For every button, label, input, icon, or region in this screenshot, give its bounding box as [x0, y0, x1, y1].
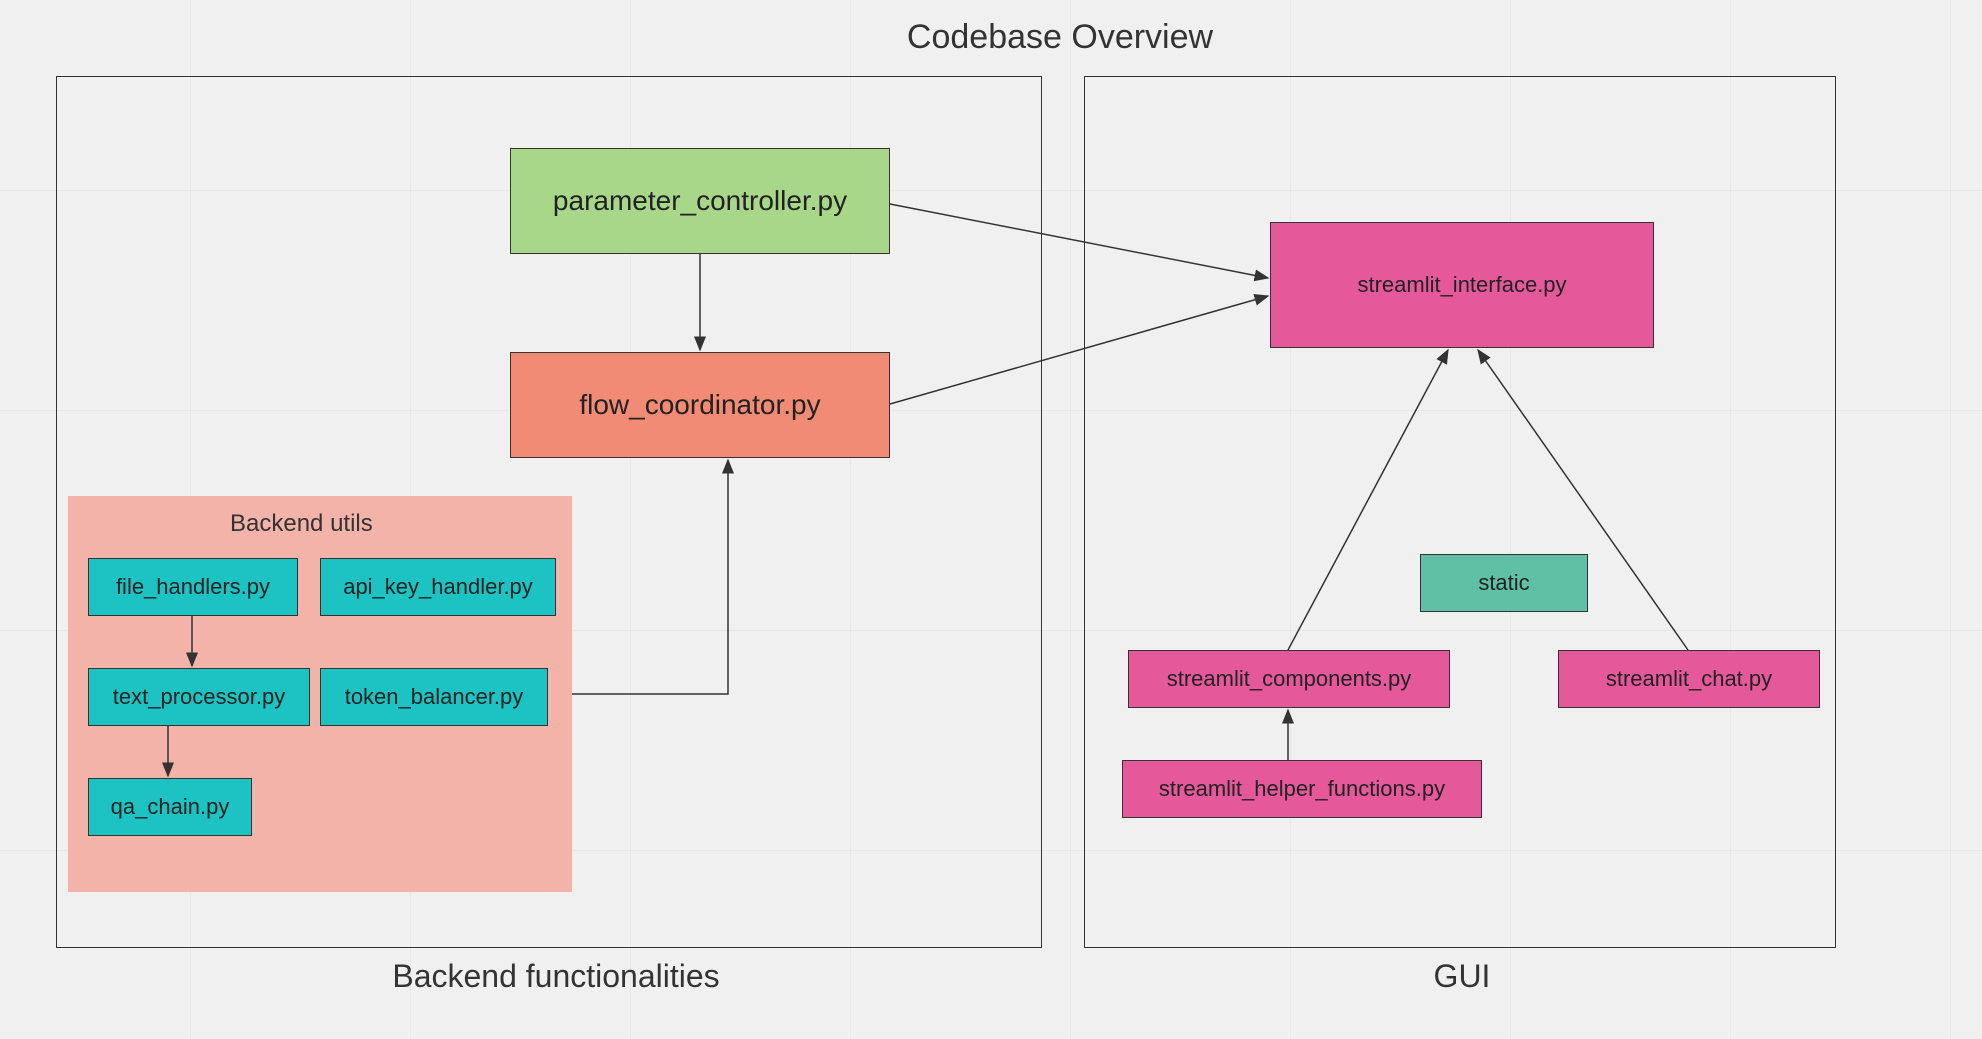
group-gui-label: GUI: [1412, 958, 1512, 995]
node-streamlit-chat[interactable]: streamlit_chat.py: [1558, 650, 1820, 708]
diagram-canvas: Codebase Overview Backend functionalitie…: [0, 0, 1982, 1039]
node-parameter-controller[interactable]: parameter_controller.py: [510, 148, 890, 254]
node-qa-chain[interactable]: qa_chain.py: [88, 778, 252, 836]
node-file-handlers[interactable]: file_handlers.py: [88, 558, 298, 616]
node-streamlit-components[interactable]: streamlit_components.py: [1128, 650, 1450, 708]
node-text-processor[interactable]: text_processor.py: [88, 668, 310, 726]
node-streamlit-helper-functions[interactable]: streamlit_helper_functions.py: [1122, 760, 1482, 818]
node-streamlit-interface[interactable]: streamlit_interface.py: [1270, 222, 1654, 348]
diagram-title: Codebase Overview: [850, 18, 1270, 57]
node-token-balancer[interactable]: token_balancer.py: [320, 668, 548, 726]
node-static[interactable]: static: [1420, 554, 1588, 612]
subgroup-utils-label: Backend utils: [230, 510, 373, 538]
group-backend-label: Backend functionalities: [356, 958, 756, 995]
node-flow-coordinator[interactable]: flow_coordinator.py: [510, 352, 890, 458]
node-api-key-handler[interactable]: api_key_handler.py: [320, 558, 556, 616]
